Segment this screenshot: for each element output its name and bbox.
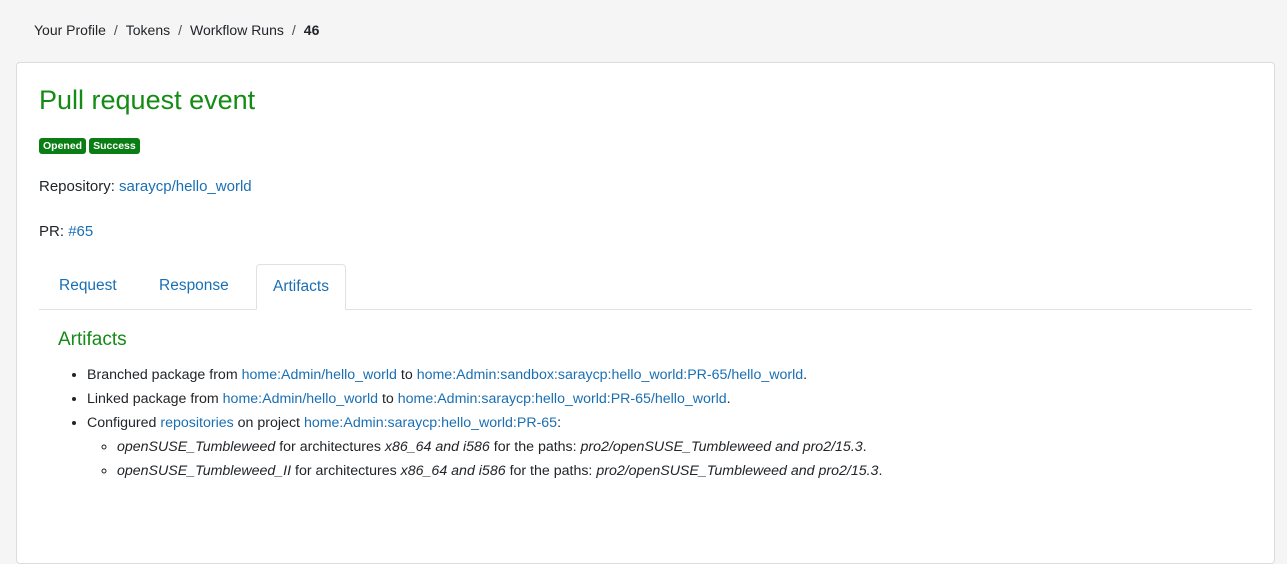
repo-name: openSUSE_Tumbleweed [117,439,276,455]
repositories-link[interactable]: repositories [160,415,233,431]
page-title: Pull request event [39,85,256,115]
tab-artifacts[interactable]: Artifacts [256,264,346,310]
linked-target-link[interactable]: home:Admin:saraycp:hello_world:PR-65/hel… [398,391,727,407]
project-link[interactable]: home:Admin:saraycp:hello_world:PR-65 [304,415,557,431]
repo-name: openSUSE_Tumbleweed_II [117,463,292,479]
artifacts-list: Branched package from home:Admin/hello_w… [57,363,882,483]
configured-prefix: Configured [87,415,157,431]
repo-suffix: . [862,439,867,455]
configured-suffix: : [557,415,562,431]
configured-middle: on project [237,415,300,431]
workflow-run-card: Pull request event Opened Success Reposi… [16,62,1275,564]
status-badge-success: Success [89,138,140,154]
paths-label: for the paths: [493,439,577,455]
repository-item: openSUSE_Tumbleweed_II for architectures… [117,459,882,483]
status-badge-opened: Opened [39,138,87,154]
breadcrumb-separator: / [178,22,182,38]
arch-values: x86_64 and i586 [384,439,490,455]
linked-middle: to [381,391,394,407]
tab-bar: Request Response Artifacts [39,264,1252,310]
branched-target-link[interactable]: home:Admin:sandbox:saraycp:hello_world:P… [417,367,803,383]
list-item-branched: Branched package from home:Admin/hello_w… [87,363,882,387]
repository-item: openSUSE_Tumbleweed for architectures x8… [117,435,882,459]
branched-middle: to [400,367,413,383]
status-badges: Opened Success [39,138,140,154]
pr-link[interactable]: #65 [68,223,93,240]
arch-label: for architectures [279,439,381,455]
repository-link[interactable]: saraycp/hello_world [119,178,252,195]
tab-response[interactable]: Response [143,264,245,308]
breadcrumb-separator: / [113,22,118,38]
paths-label: for the paths: [509,463,593,479]
breadcrumb-tokens[interactable]: Tokens [126,22,170,38]
breadcrumb-separator: / [291,22,296,38]
repo-suffix: . [878,463,883,479]
breadcrumb-current: 46 [303,22,320,38]
branched-suffix: . [803,367,808,383]
repository-sublist: openSUSE_Tumbleweed for architectures x8… [87,435,882,483]
branched-prefix: Branched package from [87,367,238,383]
list-item-linked: Linked package from home:Admin/hello_wor… [87,387,882,411]
arch-label: for architectures [295,463,397,479]
pr-label: PR: [39,223,65,240]
pr-line: PR: #65 [39,223,93,240]
linked-prefix: Linked package from [87,391,219,407]
branched-source-link[interactable]: home:Admin/hello_world [242,367,397,383]
repository-label: Repository: [39,178,115,195]
artifacts-heading: Artifacts [58,329,127,350]
tab-request[interactable]: Request [43,264,133,308]
path-values: pro2/openSUSE_Tumbleweed and pro2/15.3 [596,463,879,479]
linked-source-link[interactable]: home:Admin/hello_world [223,391,378,407]
path-values: pro2/openSUSE_Tumbleweed and pro2/15.3 [580,439,863,455]
breadcrumb: Your Profile / Tokens / Workflow Runs / 46 [34,22,319,38]
list-item-configured: Configured repositories on project home:… [87,411,882,483]
breadcrumb-your-profile[interactable]: Your Profile [34,22,106,38]
breadcrumb-workflow-runs[interactable]: Workflow Runs [190,22,284,38]
linked-suffix: . [726,391,731,407]
repository-line: Repository: saraycp/hello_world [39,178,252,195]
arch-values: x86_64 and i586 [400,463,506,479]
